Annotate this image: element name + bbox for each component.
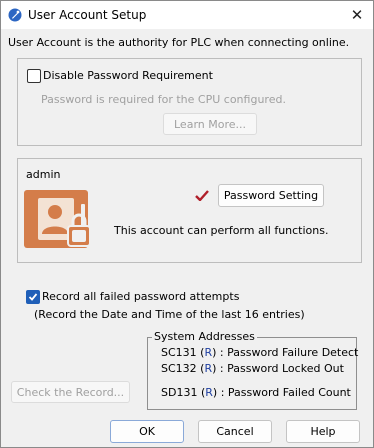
address-code: SC131 (161, 346, 197, 359)
address-readonly-flag: R (204, 362, 213, 375)
check-record-button[interactable]: Check the Record... (11, 381, 130, 403)
address-paren-close: ) : (212, 362, 228, 375)
address-description: Password Failed Count (227, 386, 351, 399)
system-address-row: SC132 (R) : Password Locked Out (161, 362, 344, 375)
disable-password-label: Disable Password Requirement (43, 69, 213, 82)
password-setting-button[interactable]: Password Setting (218, 184, 324, 207)
disable-password-checkbox[interactable] (27, 69, 41, 83)
learn-more-label: Learn More... (174, 117, 246, 131)
close-button[interactable]: ✕ (341, 1, 373, 29)
address-paren-close: ) : (212, 346, 228, 359)
address-description: Password Locked Out (227, 362, 344, 375)
window-title: User Account Setup (28, 8, 147, 22)
app-icon (8, 8, 22, 22)
close-icon: ✕ (350, 6, 364, 24)
system-address-row: SD131 (R) : Password Failed Count (161, 386, 351, 399)
address-readonly-flag: R (204, 346, 213, 359)
address-description: Password Failure Detect (227, 346, 359, 359)
ok-button[interactable]: OK (110, 420, 184, 443)
address-code: SC132 (161, 362, 197, 375)
ok-label: OK (139, 425, 155, 438)
address-readonly-flag: R (205, 386, 213, 399)
check-record-label: Check the Record... (16, 385, 125, 399)
system-addresses-legend: System Addresses (152, 330, 257, 343)
help-label: Help (310, 425, 336, 438)
password-setting-label: Password Setting (223, 189, 319, 202)
address-paren-close: ) : (212, 386, 228, 399)
password-required-note: Password is required for the CPU configu… (41, 93, 286, 106)
help-button[interactable]: Help (286, 420, 360, 443)
cancel-label: Cancel (216, 425, 254, 438)
cancel-button[interactable]: Cancel (198, 420, 272, 443)
account-permission-text: This account can perform all functions. (114, 224, 329, 237)
record-note: (Record the Date and Time of the last 16… (34, 308, 305, 321)
user-account-setup-dialog: User Account Setup ✕ User Account is the… (0, 0, 374, 448)
record-failed-attempts-label: Record all failed password attempts (42, 290, 240, 303)
account-username: admin (26, 168, 61, 181)
record-failed-attempts-checkbox[interactable] (26, 290, 40, 304)
intro-text: User Account is the authority for PLC wh… (8, 36, 350, 49)
checkmark-icon (195, 190, 209, 201)
address-code: SD131 (161, 386, 198, 399)
system-address-row: SC131 (R) : Password Failure Detect (161, 346, 358, 359)
account-user-lock-icon (24, 190, 91, 248)
check-icon (28, 293, 38, 301)
learn-more-button[interactable]: Learn More... (163, 113, 257, 135)
title-bar: User Account Setup ✕ (1, 1, 373, 29)
